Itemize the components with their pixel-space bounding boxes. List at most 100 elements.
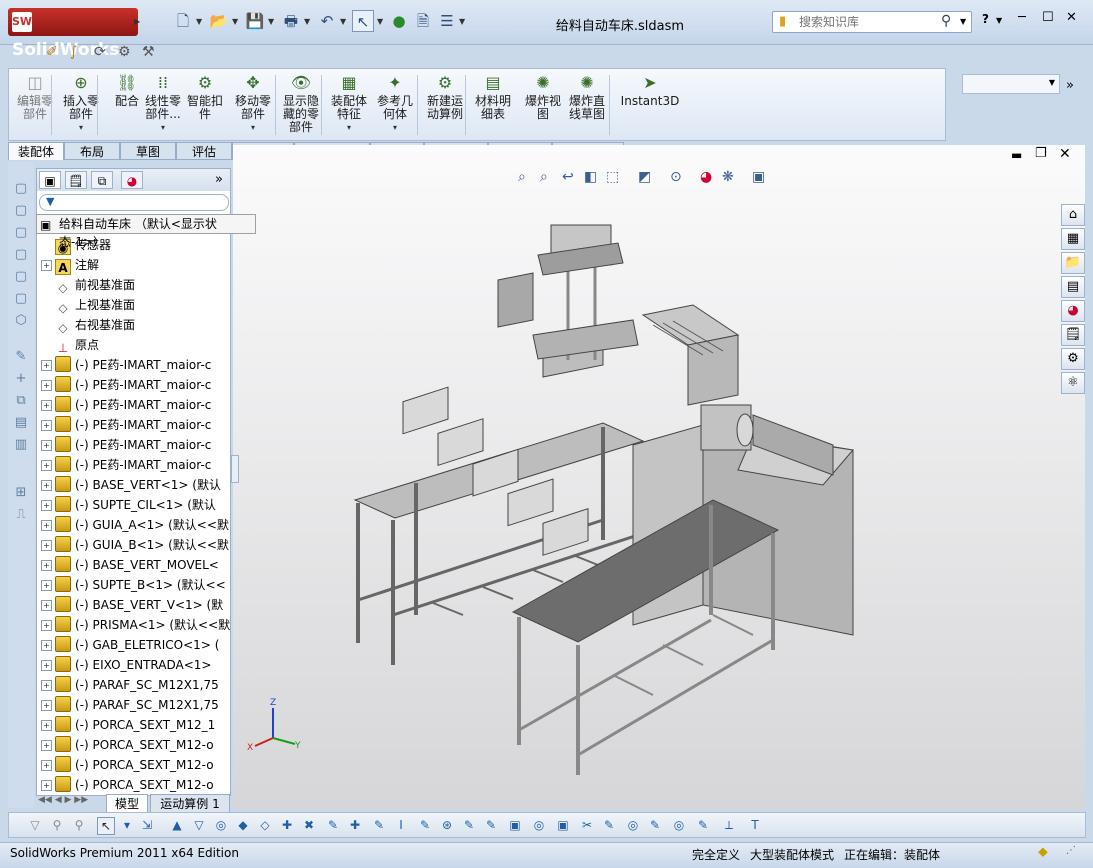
bottom-tool-icon[interactable]: ◇ — [257, 817, 273, 833]
cube-view-icon[interactable]: ⬡ — [12, 312, 30, 330]
bottom-tool-icon[interactable]: ⚲ — [71, 817, 87, 833]
rebuild-traffic-light-icon[interactable]: ● — [388, 10, 410, 32]
bottom-tool-icon[interactable]: ⇲ — [139, 817, 155, 833]
tab-2[interactable]: 草图 — [120, 142, 176, 160]
tree-item[interactable]: + (-) GUIA_B<1> (默认<<默 — [41, 535, 229, 555]
tree-item[interactable]: + (-) BASE_VERT<1> (默认 — [41, 475, 221, 495]
bottom-tool-icon[interactable]: ◎ — [531, 817, 547, 833]
tab-3[interactable]: 评估 — [176, 142, 232, 160]
bottom-tool-icon[interactable]: ✚ — [279, 817, 295, 833]
options-dropdown-icon[interactable]: ▼ — [459, 17, 465, 26]
step-icon[interactable]: ⎍ — [12, 506, 30, 524]
tag-icon[interactable]: ⬥ — [1038, 844, 1048, 860]
print-icon[interactable]: 🖶 — [280, 10, 302, 32]
display-manager-tab-icon[interactable]: ◕ — [121, 171, 143, 189]
bottom-tool-icon[interactable]: ◎ — [625, 817, 641, 833]
fillet-icon[interactable]: ✐ — [46, 44, 58, 60]
tree-item[interactable]: + (-) PRISMA<1> (默认<<默 — [41, 615, 230, 635]
bottom-tool-icon[interactable]: ✎ — [601, 817, 617, 833]
tree-item[interactable]: + (-) GAB_ELETRICO<1> ( — [41, 635, 219, 655]
tree-item[interactable]: + (-) PE药-IMART_maior-c — [41, 435, 211, 455]
bottom-tool-icon[interactable]: ▽ — [27, 817, 43, 833]
home-icon[interactable]: ⌂ — [1061, 204, 1085, 226]
expand-icon[interactable]: + — [41, 360, 52, 371]
expand-icon[interactable]: + — [41, 440, 52, 451]
bottom-tool-icon[interactable]: ▣ — [555, 817, 571, 833]
toolbox-icon[interactable]: ⚙ — [1061, 348, 1085, 370]
appearances-icon[interactable]: ◕ — [1061, 300, 1085, 322]
cmd-dropdown-icon[interactable]: ▾ — [327, 121, 371, 134]
file-properties-icon[interactable]: 🗎 — [412, 10, 434, 32]
open-folder-icon[interactable]: 📂 — [208, 10, 230, 32]
expand-icon[interactable]: + — [41, 480, 52, 491]
help-dropdown-icon[interactable]: ▼ — [996, 16, 1002, 25]
print-dropdown-icon[interactable]: ▼ — [304, 17, 310, 26]
save-icon[interactable]: 💾 — [244, 10, 266, 32]
cmd-instant3d-button[interactable]: ➤ Instant3D — [619, 73, 681, 108]
expand-icon[interactable]: + — [41, 400, 52, 411]
tree-item[interactable]: + (-) PORCA_SEXT_M12_1 — [41, 715, 215, 735]
new-document-icon[interactable]: 🗋 — [172, 10, 194, 32]
options-icon[interactable]: ☰ — [436, 10, 458, 32]
sketch-tool-icon[interactable]: + — [12, 370, 30, 388]
configuration-combo[interactable]: ▼ — [962, 74, 1060, 94]
undo-icon[interactable]: ↶ — [316, 10, 338, 32]
tree-item[interactable]: ⊥ 原点 — [41, 335, 99, 355]
search-input[interactable] — [797, 14, 941, 30]
expand-icon[interactable]: + — [41, 500, 52, 511]
custom-properties-icon[interactable]: 🗒 — [1061, 324, 1085, 346]
cmd-linear-pattern-button[interactable]: ⁞⁞ 线性零 部件... ▾ — [141, 73, 185, 134]
expand-icon[interactable]: + — [41, 460, 52, 471]
cmd-dropdown-icon[interactable]: ▾ — [141, 121, 185, 134]
spline-icon[interactable]: ∫ — [70, 44, 77, 60]
expand-icon[interactable]: + — [41, 620, 52, 631]
bottom-tool-icon[interactable]: ▾ — [119, 817, 135, 833]
minimize-button[interactable]: ─ — [1018, 10, 1026, 25]
sweep-icon[interactable]: ⟳ — [94, 44, 106, 60]
bottom-tool-icon[interactable]: ▣ — [507, 817, 523, 833]
cube-view-icon[interactable]: ▢ — [12, 268, 30, 286]
configuration-manager-tab-icon[interactable]: ⧉ — [91, 171, 113, 189]
bottom-tool-icon[interactable]: ✚ — [347, 817, 363, 833]
sketch-tool-icon[interactable]: ▥ — [12, 436, 30, 454]
panel-splitter[interactable] — [231, 455, 239, 483]
bottom-tool-icon[interactable]: ✎ — [371, 817, 387, 833]
tree-item[interactable]: + (-) PARAF_SC_M12X1,75 — [41, 695, 219, 715]
tab-motion-study[interactable]: 运动算例 1 — [150, 794, 230, 813]
view-palette-icon[interactable]: ▤ — [1061, 276, 1085, 298]
tool-icon[interactable]: ⚒ — [142, 44, 155, 60]
tab-1[interactable]: 布局 — [64, 142, 120, 160]
tree-item[interactable]: + (-) PORCA_SEXT_M12-o — [41, 755, 214, 775]
graphics-viewport[interactable]: ⌕ ⌕ ↩ ◧ ⬚ ◩ ⊙ ◕ ❋ ▣ ▬ ❐ ✕ Z Y X — [233, 145, 1085, 809]
expand-icon[interactable]: + — [41, 780, 52, 791]
tree-item[interactable]: ◇ 上视基准面 — [41, 295, 135, 315]
toolbar-overflow-icon[interactable]: » — [1066, 78, 1074, 93]
sketch-tool-icon[interactable]: ▤ — [12, 414, 30, 432]
tree-item[interactable]: + (-) PE药-IMART_maior-c — [41, 395, 211, 415]
bottom-tool-icon[interactable]: ✎ — [417, 817, 433, 833]
cube-view-icon[interactable]: ▢ — [12, 180, 30, 198]
bottom-tool-icon[interactable]: ▲ — [169, 817, 185, 833]
bottom-tool-icon[interactable]: ⚲ — [49, 817, 65, 833]
design-library-icon[interactable]: ▦ — [1061, 228, 1085, 250]
bottom-tool-icon[interactable]: ▽ — [191, 817, 207, 833]
expand-icon[interactable]: + — [41, 380, 52, 391]
tree-item[interactable]: ◇ 前视基准面 — [41, 275, 135, 295]
bottom-tool-icon[interactable]: ◎ — [213, 817, 229, 833]
tree-item[interactable]: + (-) EIXO_ENTRADA<1> — [41, 655, 211, 675]
cube-view-icon[interactable]: ▢ — [12, 290, 30, 308]
tree-item[interactable]: + (-) PE药-IMART_maior-c — [41, 455, 211, 475]
bottom-tool-icon[interactable]: ⊛ — [439, 817, 455, 833]
sketch-tool-icon[interactable]: ⧉ — [12, 392, 30, 410]
select-dropdown-icon[interactable]: ▼ — [377, 17, 383, 26]
cube-view-icon[interactable]: ▢ — [12, 246, 30, 264]
cmd-new-motion-study-button[interactable]: ⚙ 新建运 动算例 — [423, 73, 467, 121]
tree-item[interactable]: + (-) PORCA_SEXT_M12-o — [41, 775, 214, 795]
bottom-tool-icon[interactable]: ✎ — [325, 817, 341, 833]
expand-icon[interactable]: + — [41, 520, 52, 531]
cmd-dropdown-icon[interactable]: ▾ — [373, 121, 417, 134]
search-dropdown-icon[interactable]: ▼ — [960, 17, 966, 26]
panel-expand-icon[interactable]: » — [215, 172, 223, 187]
tab-0[interactable]: 装配体 — [8, 142, 64, 160]
sketch-tool-icon[interactable]: ✎ — [12, 348, 30, 366]
